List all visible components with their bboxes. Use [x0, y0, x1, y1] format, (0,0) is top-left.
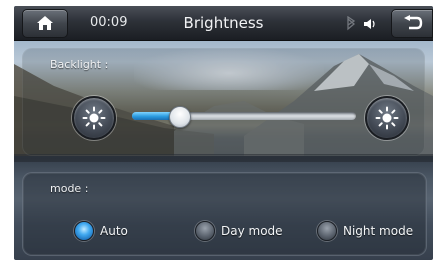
bluetooth-icon — [347, 16, 356, 31]
mode-option-label: Day mode — [221, 224, 283, 238]
sun-icon — [375, 106, 399, 130]
backlight-slider-handle[interactable] — [169, 106, 192, 128]
mode-option-day[interactable]: Day mode — [195, 220, 283, 242]
mode-option-label: Night mode — [343, 224, 414, 238]
sun-icon — [82, 106, 106, 130]
backlight-label: Backlight : — [50, 58, 109, 71]
radio-button[interactable] — [74, 221, 94, 241]
radio-button[interactable] — [195, 221, 215, 241]
mode-option-label: Auto — [100, 224, 128, 238]
back-arrow-icon — [404, 15, 423, 30]
back-button[interactable] — [391, 9, 433, 38]
mode-option-auto[interactable]: Auto — [74, 220, 128, 242]
top-bar: 00:09 Brightness — [14, 6, 433, 41]
status-icons — [347, 16, 375, 31]
brightness-screen: 00:09 Brightness Backlight : mode: Auto… — [14, 6, 433, 260]
speaker-icon — [364, 19, 375, 29]
brightness-up-button[interactable] — [365, 96, 409, 140]
mode-option-night[interactable]: Night mode — [317, 220, 413, 242]
backlight-slider[interactable] — [132, 106, 356, 128]
brightness-down-button[interactable] — [72, 96, 116, 140]
mode-label: mode : — [50, 182, 89, 195]
radio-button[interactable] — [317, 221, 337, 241]
